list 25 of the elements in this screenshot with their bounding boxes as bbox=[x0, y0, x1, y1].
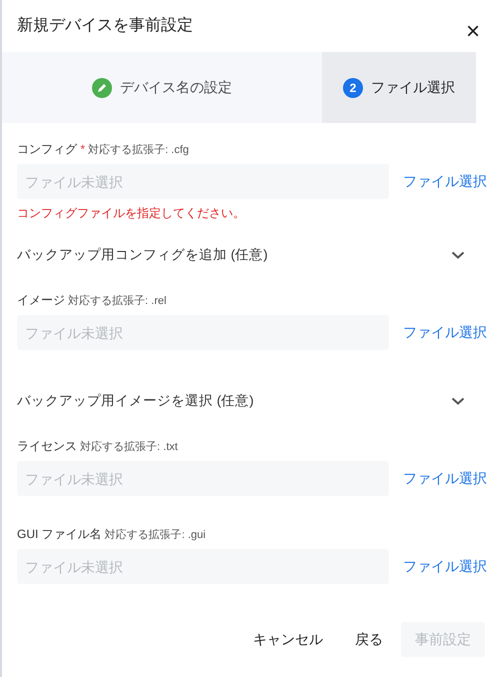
field-label: ライセンス 対応する拡張子: .txt bbox=[17, 438, 179, 455]
chevron-icon[interactable] bbox=[451, 251, 465, 259]
field-label: コンフィグ * 対応する拡張子: .cfg bbox=[17, 141, 190, 158]
section-toggle[interactable]: バックアップ用コンフィグを追加 (任意) bbox=[17, 246, 268, 264]
file-select-link[interactable]: ファイル選択 bbox=[403, 470, 487, 488]
file-select-link[interactable]: ファイル選択 bbox=[403, 172, 487, 190]
file-select-link[interactable]: ファイル選択 bbox=[403, 558, 487, 576]
field-label: GUI ファイル名 対応する拡張子: .gui bbox=[17, 526, 207, 543]
section-toggle[interactable]: バックアップ用イメージを選択 (任意) bbox=[17, 392, 254, 410]
file-field[interactable]: ファイル未選択 bbox=[17, 315, 389, 350]
error-message: コンフィグファイルを指定してください。 bbox=[17, 205, 246, 222]
file-select-link[interactable]: ファイル選択 bbox=[403, 324, 487, 342]
footer-button[interactable]: キャンセル bbox=[239, 622, 337, 657]
field-label: イメージ 対応する拡張子: .rel bbox=[17, 292, 168, 309]
step-tab[interactable]: デバイス名の設定 bbox=[2, 52, 322, 123]
file-field[interactable]: ファイル未選択 bbox=[17, 461, 389, 496]
step-tab[interactable]: 2 ファイル選択 bbox=[322, 52, 476, 123]
file-field[interactable]: ファイル未選択 bbox=[17, 549, 389, 584]
close-button[interactable]: × bbox=[466, 21, 480, 43]
dialog-title: 新規デバイスを事前設定 bbox=[17, 16, 193, 36]
step-number: 2 bbox=[343, 78, 363, 98]
file-field[interactable]: ファイル未選択 bbox=[17, 164, 389, 199]
pencil-icon bbox=[92, 78, 112, 98]
chevron-icon[interactable] bbox=[451, 397, 465, 405]
footer-button[interactable]: 戻る bbox=[341, 622, 397, 657]
